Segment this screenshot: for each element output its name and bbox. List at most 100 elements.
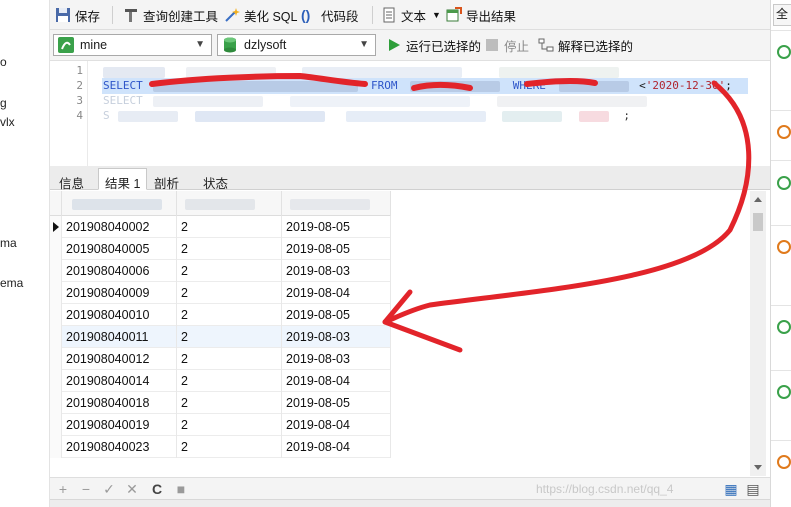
cell-date[interactable]: 2019-08-05 — [282, 304, 391, 326]
table-row[interactable]: 201908040014 2 2019-08-04 — [50, 370, 391, 392]
cell-id[interactable]: 201908040006 — [62, 260, 177, 282]
query-builder-button[interactable]: 查询创建工具 — [123, 5, 218, 25]
cell-id[interactable]: 201908040014 — [62, 370, 177, 392]
cell-count[interactable]: 2 — [177, 370, 282, 392]
column-header[interactable] — [62, 191, 177, 216]
cell-date[interactable]: 2019-08-03 — [282, 260, 391, 282]
cell-count[interactable]: 2 — [177, 282, 282, 304]
cell-count[interactable]: 2 — [177, 260, 282, 282]
table-row[interactable]: 201908040005 2 2019-08-05 — [50, 238, 391, 260]
tree-item-fragment[interactable]: o — [0, 55, 7, 69]
discard-changes-button[interactable]: ✕ — [123, 480, 141, 498]
cell-id[interactable]: 201908040010 — [62, 304, 177, 326]
text-mode-button[interactable]: 文本 ▼ — [381, 5, 441, 25]
row-selector[interactable] — [50, 282, 62, 304]
cell-count[interactable]: 2 — [177, 414, 282, 436]
stop-button[interactable]: 停止 — [486, 35, 529, 55]
cell-id[interactable]: 201908040002 — [62, 216, 177, 238]
row-selector[interactable] — [50, 326, 62, 348]
explain-selected-button[interactable]: 解释已选择的 — [538, 35, 633, 55]
query-builder-icon — [125, 9, 137, 22]
cell-date[interactable]: 2019-08-03 — [282, 326, 391, 348]
row-selector[interactable] — [50, 392, 62, 414]
export-results-label: 导出结果 — [466, 9, 517, 24]
cell-id[interactable]: 201908040009 — [62, 282, 177, 304]
cell-count[interactable]: 2 — [177, 216, 282, 238]
table-row[interactable]: 201908040011 2 2019-08-03 — [50, 326, 391, 348]
tab-profile[interactable]: 剖析 — [147, 168, 186, 191]
tab-status[interactable]: 状态 — [196, 168, 235, 191]
run-selected-button[interactable]: 运行已选择的 — [386, 35, 481, 55]
tree-item-fragment[interactable]: g — [0, 96, 7, 110]
grid-view-icon[interactable]: ▦ — [722, 480, 740, 498]
table-row[interactable]: 201908040009 2 2019-08-04 — [50, 282, 391, 304]
table-row[interactable]: 201908040002 2 2019-08-05 — [50, 216, 391, 238]
row-selector[interactable] — [50, 414, 62, 436]
cell-id[interactable]: 201908040019 — [62, 414, 177, 436]
row-selector[interactable] — [50, 260, 62, 282]
save-button[interactable]: 保存 — [55, 5, 100, 25]
vertical-scrollbar[interactable] — [750, 191, 766, 476]
row-selector[interactable] — [50, 436, 62, 458]
cell-id[interactable]: 201908040012 — [62, 348, 177, 370]
sql-editor[interactable]: 1 2 3 4 SELECT FROM WHERE <'2020-12-30';… — [50, 60, 770, 166]
stop-loading-button[interactable]: ■ — [172, 480, 190, 498]
table-row[interactable]: 201908040010 2 2019-08-05 — [50, 304, 391, 326]
export-results-button[interactable]: 导出结果 — [446, 5, 516, 25]
cell-count[interactable]: 2 — [177, 304, 282, 326]
cell-id[interactable]: 201908040018 — [62, 392, 177, 414]
tab-info[interactable]: 信息 — [52, 168, 91, 191]
cell-count[interactable]: 2 — [177, 238, 282, 260]
result-grid[interactable]: 201908040002 2 2019-08-05 201908040005 2 2019… — [50, 191, 750, 476]
code-snippet-button[interactable]: () 代码段 — [301, 5, 359, 25]
scrollbar-thumb[interactable] — [753, 213, 763, 231]
cell-date[interactable]: 2019-08-05 — [282, 392, 391, 414]
cell-date[interactable]: 2019-08-04 — [282, 282, 391, 304]
tree-item-fragment[interactable]: vlx — [0, 115, 15, 129]
cell-count[interactable]: 2 — [177, 392, 282, 414]
column-header[interactable] — [282, 191, 391, 216]
panel-divider — [771, 305, 791, 306]
panel-tab[interactable]: 全 — [773, 4, 791, 26]
cell-id[interactable]: 201908040011 — [62, 326, 177, 348]
table-row[interactable]: 201908040019 2 2019-08-04 — [50, 414, 391, 436]
row-selector[interactable] — [50, 238, 62, 260]
table-row[interactable]: 201908040018 2 2019-08-05 — [50, 392, 391, 414]
cell-date[interactable]: 2019-08-03 — [282, 348, 391, 370]
table-row[interactable]: 201908040012 2 2019-08-03 — [50, 348, 391, 370]
cell-id[interactable]: 201908040023 — [62, 436, 177, 458]
refresh-button[interactable]: C — [148, 480, 166, 498]
beautify-sql-button[interactable]: 美化 SQL — [224, 5, 298, 25]
tab-result-1[interactable]: 结果 1 — [98, 168, 148, 191]
cell-count[interactable]: 2 — [177, 436, 282, 458]
stop-label: 停止 — [504, 39, 530, 54]
table-row[interactable]: 201908040023 2 2019-08-04 — [50, 436, 391, 458]
database-select[interactable]: dzlysoft ▼ — [217, 34, 376, 56]
scroll-down-icon[interactable] — [754, 465, 762, 470]
tree-item-fragment[interactable]: ma — [0, 236, 17, 250]
connection-select[interactable]: mine ▼ — [53, 34, 212, 56]
panel-divider — [771, 160, 791, 161]
column-header[interactable] — [177, 191, 282, 216]
apply-changes-button[interactable]: ✓ — [100, 480, 118, 498]
cell-count[interactable]: 2 — [177, 326, 282, 348]
cell-count[interactable]: 2 — [177, 348, 282, 370]
form-view-icon[interactable]: ▤ — [744, 480, 762, 498]
row-selector[interactable] — [50, 370, 62, 392]
cell-id[interactable]: 201908040005 — [62, 238, 177, 260]
cell-date[interactable]: 2019-08-04 — [282, 414, 391, 436]
cell-date[interactable]: 2019-08-05 — [282, 216, 391, 238]
scroll-up-icon[interactable] — [754, 197, 762, 202]
cell-date[interactable]: 2019-08-05 — [282, 238, 391, 260]
row-selector[interactable] — [50, 348, 62, 370]
add-record-button[interactable]: + — [54, 480, 72, 498]
tree-item-fragment[interactable]: ema — [0, 276, 23, 290]
magic-wand-icon — [225, 8, 240, 22]
cell-date[interactable]: 2019-08-04 — [282, 436, 391, 458]
row-selector[interactable] — [50, 216, 62, 238]
redacted-text — [185, 199, 255, 210]
cell-date[interactable]: 2019-08-04 — [282, 370, 391, 392]
delete-record-button[interactable]: − — [77, 480, 95, 498]
table-row[interactable]: 201908040006 2 2019-08-03 — [50, 260, 391, 282]
row-selector[interactable] — [50, 304, 62, 326]
